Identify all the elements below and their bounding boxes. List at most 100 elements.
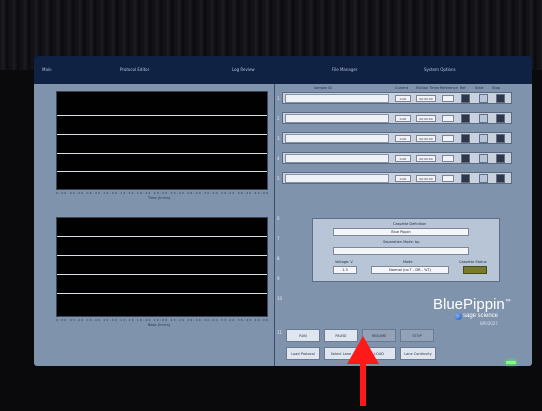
trace-line (57, 153, 267, 154)
sample-id-input[interactable] (285, 154, 389, 163)
start-toggle[interactable] (479, 94, 488, 103)
cassette-definition-select[interactable]: Blue Pippin (333, 228, 469, 236)
start-toggle[interactable] (479, 114, 488, 123)
lane-number: 8 (277, 256, 280, 261)
current-value: 0.00 (395, 95, 411, 102)
stop-toggle[interactable] (496, 174, 505, 183)
elution-timer-value: 00:00:00 (416, 155, 436, 162)
bottom-plot-axis-title: Base (h:m:s) (148, 323, 171, 327)
trace-line (57, 255, 267, 256)
menu-item-protocol-editor[interactable]: Protocol Editor (120, 67, 149, 72)
sample-id-input[interactable] (285, 114, 389, 123)
lane-row-1: 0.00 00:00:00 (282, 92, 512, 104)
ref-toggle[interactable] (461, 174, 470, 183)
reference-select[interactable] (442, 155, 454, 162)
menu-bar: Main Protocol Editor Log Review File Man… (34, 56, 532, 84)
lane-row-5: 0.00 00:00:00 (282, 172, 512, 184)
menu-item-system-options[interactable]: System Options (424, 67, 456, 72)
lane-row-2: 0.00 00:00:00 (282, 112, 512, 124)
reference-select[interactable] (442, 135, 454, 142)
sample-id-input[interactable] (285, 134, 389, 143)
trademark-symbol: ™ (504, 299, 511, 305)
company-name: sage science (463, 313, 499, 319)
lane-number: 1 (277, 96, 280, 101)
ref-toggle[interactable] (461, 94, 470, 103)
header-start: Start (475, 86, 484, 90)
top-plot-axis-title: Time (h:m:s) (148, 196, 171, 200)
mode-label: Mode (403, 260, 413, 264)
ref-toggle[interactable] (461, 114, 470, 123)
start-toggle[interactable] (479, 154, 488, 163)
reference-select[interactable] (442, 175, 454, 182)
lane-number: 2 (277, 116, 280, 121)
cassette-definition-panel: Cassette Definition Blue Pippin Separati… (312, 218, 500, 282)
lane-number: 3 (277, 136, 280, 141)
bottom-plot-axis-labels: 0:00 03:20 06:40 10:00 13:20 16:40 20:00… (56, 318, 270, 322)
stop-button[interactable]: STOP (400, 329, 434, 342)
sage-science-logo-icon (455, 313, 462, 320)
stop-toggle[interactable] (496, 114, 505, 123)
separation-mode-field[interactable] (333, 247, 469, 255)
reference-select[interactable] (442, 115, 454, 122)
bottom-electropherogram-plot (56, 217, 268, 317)
lane-row-4: 0.00 00:00:00 (282, 152, 512, 164)
panel-divider (274, 84, 275, 366)
trace-line (57, 274, 267, 275)
stop-toggle[interactable] (496, 94, 505, 103)
menu-item-log-review[interactable]: Log Review (232, 67, 255, 72)
red-arrow-shaft (360, 362, 366, 406)
reference-select[interactable] (442, 95, 454, 102)
ref-toggle[interactable] (461, 134, 470, 143)
lane-number: 6 (277, 216, 280, 221)
sample-id-input[interactable] (285, 174, 389, 183)
trace-line (57, 236, 267, 237)
device-serial: BP02027 (480, 321, 498, 326)
lane-number: 5 (277, 176, 280, 181)
voltage-label: Voltage: V (335, 260, 353, 264)
current-value: 0.00 (395, 135, 411, 142)
header-current: Current (395, 86, 409, 90)
trace-line (57, 293, 267, 294)
elution-timer-value: 00:00:00 (416, 95, 436, 102)
lane-continuity-button[interactable]: Lane Continuity (400, 347, 436, 360)
ref-toggle[interactable] (461, 154, 470, 163)
cassette-status-indicator (463, 266, 487, 274)
sample-id-input[interactable] (285, 94, 389, 103)
lane-row-3: 0.00 00:00:00 (282, 132, 512, 144)
trace-line (57, 115, 267, 116)
top-plot-axis-labels: 0:00 03:20 06:40 10:00 13:20 16:40 20:00… (56, 191, 270, 195)
voltage-field[interactable]: 1.3 (333, 266, 357, 274)
elution-timer-value: 00:00:00 (416, 115, 436, 122)
lane-number: 11 (277, 330, 283, 335)
header-ref: Ref (460, 86, 466, 90)
start-toggle[interactable] (479, 134, 488, 143)
header-stop: Stop (492, 86, 500, 90)
menu-item-main[interactable]: Main (42, 67, 52, 72)
lane-number: 10 (277, 296, 283, 301)
lane-number: 7 (277, 236, 280, 241)
lane-number: 4 (277, 156, 280, 161)
trace-line (57, 171, 267, 172)
load-protocol-button[interactable]: Load Protocol (286, 347, 320, 360)
cassette-status-label: Cassette Status (459, 260, 487, 264)
current-value: 0.00 (395, 175, 411, 182)
lane-number: 9 (277, 276, 280, 281)
mode-field[interactable]: Normal (no T - DR - %T) (371, 266, 449, 274)
trace-line (57, 134, 267, 135)
stop-toggle[interactable] (496, 154, 505, 163)
start-toggle[interactable] (479, 174, 488, 183)
stop-toggle[interactable] (496, 134, 505, 143)
current-value: 0.00 (395, 155, 411, 162)
power-led-indicator (506, 361, 516, 364)
main-panel: 0:00 03:20 06:40 10:00 13:20 16:40 20:00… (34, 84, 532, 366)
separation-mode-label: Separation Mode: bp (383, 240, 420, 244)
elution-timer-value: 00:00:00 (416, 175, 436, 182)
run-button[interactable]: RUN (286, 329, 320, 342)
header-elution-timer: Elution Timer (416, 86, 440, 90)
elution-timer-value: 00:00:00 (416, 135, 436, 142)
cassette-title: Cassette Definition (393, 222, 427, 226)
brand-name: BluePippin (433, 296, 505, 313)
top-electropherogram-plot (56, 91, 268, 190)
bluepippin-logo: BluePippin™ (433, 296, 511, 313)
menu-item-file-manager[interactable]: File Manager (332, 67, 358, 72)
